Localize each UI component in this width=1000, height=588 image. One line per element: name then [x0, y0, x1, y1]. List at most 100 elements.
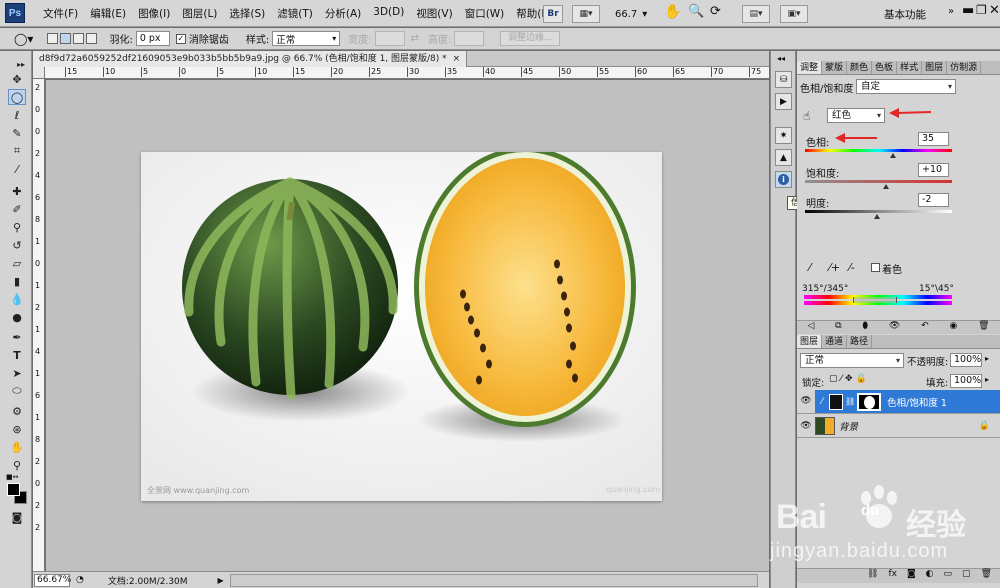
channel-select[interactable]: 红色 ▾: [827, 108, 885, 123]
clip-to-layer-icon[interactable]: ⬮: [862, 321, 868, 334]
tab-layers[interactable]: 图层: [797, 335, 823, 348]
pen-tool-icon[interactable]: ✒: [8, 329, 26, 345]
zoom-tool-icon[interactable]: ⚲: [8, 457, 26, 473]
hue-slider-track[interactable]: [805, 149, 952, 152]
crop-tool-icon[interactable]: ⌗: [8, 143, 26, 159]
vertical-ruler[interactable]: 200246810121416182022: [33, 79, 45, 571]
collapse-dock-icon[interactable]: ◂◂: [777, 54, 785, 63]
type-tool-icon[interactable]: T: [8, 347, 26, 363]
preset-select[interactable]: 自定 ▾: [856, 79, 956, 94]
ruler-origin[interactable]: [33, 67, 45, 79]
reset-icon[interactable]: ↶: [921, 321, 929, 334]
actions-panel-icon[interactable]: ▶: [775, 93, 792, 110]
eyedropper-plus-icon[interactable]: ⁄+: [829, 261, 840, 274]
menu-view[interactable]: 视图(V): [410, 6, 458, 21]
eraser-tool-icon[interactable]: ▱: [8, 255, 26, 271]
new-selection-icon[interactable]: [47, 33, 59, 44]
chain-link-icon[interactable]: ⛓: [845, 397, 855, 406]
status-scrollbar[interactable]: [229, 573, 758, 587]
lightness-value-input[interactable]: -2: [918, 193, 949, 207]
ellipse-marquee-icon[interactable]: ◯▾: [14, 32, 33, 46]
saturation-slider-track[interactable]: [805, 180, 952, 183]
document-tab[interactable]: d8f9d72a6059252df21609053e9b033b5bb5b9a9…: [33, 51, 468, 67]
feather-input[interactable]: 0 px: [135, 31, 170, 46]
width-input[interactable]: [374, 31, 405, 46]
chevron-double-icon[interactable]: »: [948, 6, 954, 17]
style-select[interactable]: 正常 ▾: [272, 31, 341, 46]
opacity-input[interactable]: 100%: [950, 353, 982, 367]
antialias-checkbox[interactable]: ✓: [175, 33, 186, 44]
restore-window-button[interactable]: ❐: [976, 3, 987, 17]
hand-tool-icon[interactable]: ✋: [8, 439, 26, 455]
view-previous-icon[interactable]: 👁: [889, 321, 900, 334]
status-info-icon[interactable]: ◔: [76, 575, 84, 585]
saturation-slider-thumb[interactable]: [882, 184, 889, 189]
eye-icon[interactable]: 👁: [797, 390, 815, 413]
brush-tool-icon[interactable]: ✐: [8, 201, 26, 217]
menu-3d[interactable]: 3D(D): [367, 6, 410, 21]
history-panel-icon[interactable]: ⛁: [775, 71, 792, 88]
info-panel-icon[interactable]: i: [775, 171, 792, 188]
opacity-arrow-icon[interactable]: ▸: [985, 354, 989, 363]
tab-color[interactable]: 颜色: [847, 61, 873, 74]
tools-collapse-icon[interactable]: ▸▸: [12, 56, 30, 72]
range-selector[interactable]: [853, 297, 897, 303]
menu-analysis[interactable]: 分析(A): [319, 6, 367, 21]
clone-stamp-tool-icon[interactable]: ⚲: [8, 219, 26, 235]
gradient-tool-icon[interactable]: ▮: [8, 273, 26, 289]
delete-adjustment-icon[interactable]: 🗑: [978, 321, 989, 334]
fill-input[interactable]: 100%: [950, 374, 982, 388]
zoom-percent-input[interactable]: 66.67%: [34, 573, 71, 587]
tab-layers-mini[interactable]: 图层: [922, 61, 948, 74]
expand-view-icon[interactable]: ⧉: [835, 321, 841, 334]
height-input[interactable]: [454, 31, 485, 46]
new-adjustment-icon[interactable]: ◐: [926, 569, 934, 583]
new-layer-icon[interactable]: ▢: [962, 569, 971, 583]
layer-row-hue-saturation[interactable]: 👁 ⁄ ⛓ 色相/饱和度 1: [797, 390, 1000, 414]
move-tool-icon[interactable]: ✥: [8, 71, 26, 87]
targeted-adjust-hand-icon[interactable]: ☝: [803, 109, 810, 123]
zoom-tool-icon[interactable]: 🔍: [688, 4, 704, 19]
path-selection-tool-icon[interactable]: ➤: [8, 365, 26, 381]
eyedropper-icon[interactable]: ⁄: [809, 261, 811, 274]
tab-swatches[interactable]: 色板: [872, 61, 898, 74]
3d-rotate-tool-icon[interactable]: ⚙: [8, 403, 26, 419]
menu-window[interactable]: 窗口(W): [459, 6, 511, 21]
hue-value-input[interactable]: 35: [918, 132, 949, 146]
default-colors-icon[interactable]: ■↔: [6, 473, 18, 481]
new-group-icon[interactable]: ▭: [944, 569, 953, 583]
menu-layer[interactable]: 图层(L): [176, 6, 223, 21]
tab-paths[interactable]: 路径: [847, 335, 873, 348]
return-to-list-icon[interactable]: ◁: [807, 321, 814, 334]
swap-dimensions-icon[interactable]: ⇄: [411, 33, 419, 44]
layer-mask-thumbnail[interactable]: [857, 392, 882, 411]
intersect-selection-icon[interactable]: [86, 33, 98, 44]
workspace-switcher[interactable]: 基本功能: [884, 7, 926, 22]
eyedropper-tool-icon[interactable]: ⁄: [8, 161, 26, 177]
foreground-color-swatch[interactable]: [7, 483, 20, 496]
screen-mode-button[interactable]: ▣▾: [780, 5, 808, 23]
menu-image[interactable]: 图像(I): [132, 6, 176, 21]
history-brush-tool-icon[interactable]: ↺: [8, 237, 26, 253]
histogram-panel-icon[interactable]: ▲: [775, 149, 792, 166]
document-image[interactable]: 全景网 www.quanjing.com quanjing.com: [141, 152, 662, 501]
subtract-selection-icon[interactable]: [73, 33, 85, 44]
tab-masks[interactable]: 蒙版: [822, 61, 848, 74]
add-selection-icon[interactable]: [60, 33, 72, 44]
elliptical-marquee-tool-icon[interactable]: ◯: [8, 89, 26, 105]
tab-channels[interactable]: 通道: [822, 335, 848, 348]
lasso-tool-icon[interactable]: ℓ: [8, 107, 26, 123]
add-mask-icon[interactable]: ◙: [907, 569, 916, 583]
eye-icon[interactable]: 👁: [797, 421, 815, 431]
tab-adjustments[interactable]: 调整: [797, 61, 823, 74]
eyedropper-minus-icon[interactable]: ⁄-: [849, 261, 855, 274]
lock-options-icons[interactable]: ▢⁄✥🔒: [829, 374, 870, 384]
menu-file[interactable]: 文件(F): [37, 6, 84, 21]
hand-tool-icon[interactable]: ✋: [664, 4, 681, 20]
shape-tool-icon[interactable]: ⬭: [8, 383, 26, 399]
lightness-slider-track[interactable]: [805, 210, 952, 213]
layer-row-background[interactable]: 👁 背景 🔒: [797, 414, 1000, 438]
blur-tool-icon[interactable]: 💧: [8, 291, 26, 307]
blend-mode-select[interactable]: 正常 ▾: [800, 353, 904, 368]
quick-selection-tool-icon[interactable]: ✎: [8, 125, 26, 141]
